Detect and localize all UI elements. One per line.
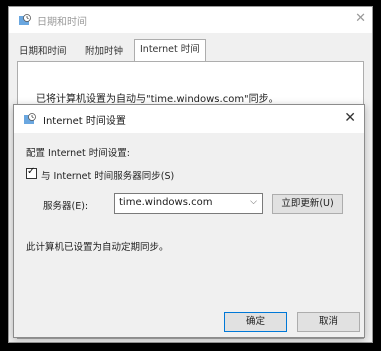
server-select-value: time.windows.com xyxy=(119,197,213,208)
sync-checkbox[interactable]: ✓ xyxy=(26,166,37,179)
checkmark-icon: ✓ xyxy=(27,166,36,177)
sync-description: 已将计算机设置为自动与"time.windows.com"同步。 xyxy=(36,94,279,105)
cancel-button[interactable]: 取消 xyxy=(297,312,360,332)
close-icon[interactable]: ✕ xyxy=(344,110,356,126)
chevron-down-icon[interactable]: ⌵ xyxy=(250,197,257,207)
status-text: 此计算机已设置为自动定期同步。 xyxy=(26,242,169,253)
configure-label: 配置 Internet 时间设置: xyxy=(26,148,130,159)
tab-internet-time[interactable]: Internet 时间 xyxy=(134,39,206,62)
dialog-title: Internet 时间设置 xyxy=(43,116,126,127)
window-title: 日期和时间 xyxy=(37,17,87,28)
dialog-titlebar: Internet 时间设置 ✕ xyxy=(14,105,364,133)
tab-date-and-time[interactable]: 日期和时间 xyxy=(19,43,67,61)
ok-button[interactable]: 确定 xyxy=(224,312,287,332)
tab-additional-clocks[interactable]: 附加时钟 xyxy=(85,43,123,61)
update-now-button[interactable]: 立即更新(U) xyxy=(272,194,343,214)
clock-app-icon xyxy=(24,113,36,124)
close-icon[interactable]: ✕ xyxy=(355,11,366,26)
sync-checkbox-label[interactable]: 与 Internet 时间服务器同步(S) xyxy=(41,168,174,182)
server-label: 服务器(E): xyxy=(43,201,89,212)
internet-time-settings-dialog: Internet 时间设置 ✕ 配置 Internet 时间设置: ✓ 与 In… xyxy=(13,104,365,338)
window-titlebar: 日期和时间 ✕ xyxy=(9,7,372,33)
clock-app-icon xyxy=(19,14,31,25)
server-select[interactable]: time.windows.com ⌵ xyxy=(114,193,263,214)
